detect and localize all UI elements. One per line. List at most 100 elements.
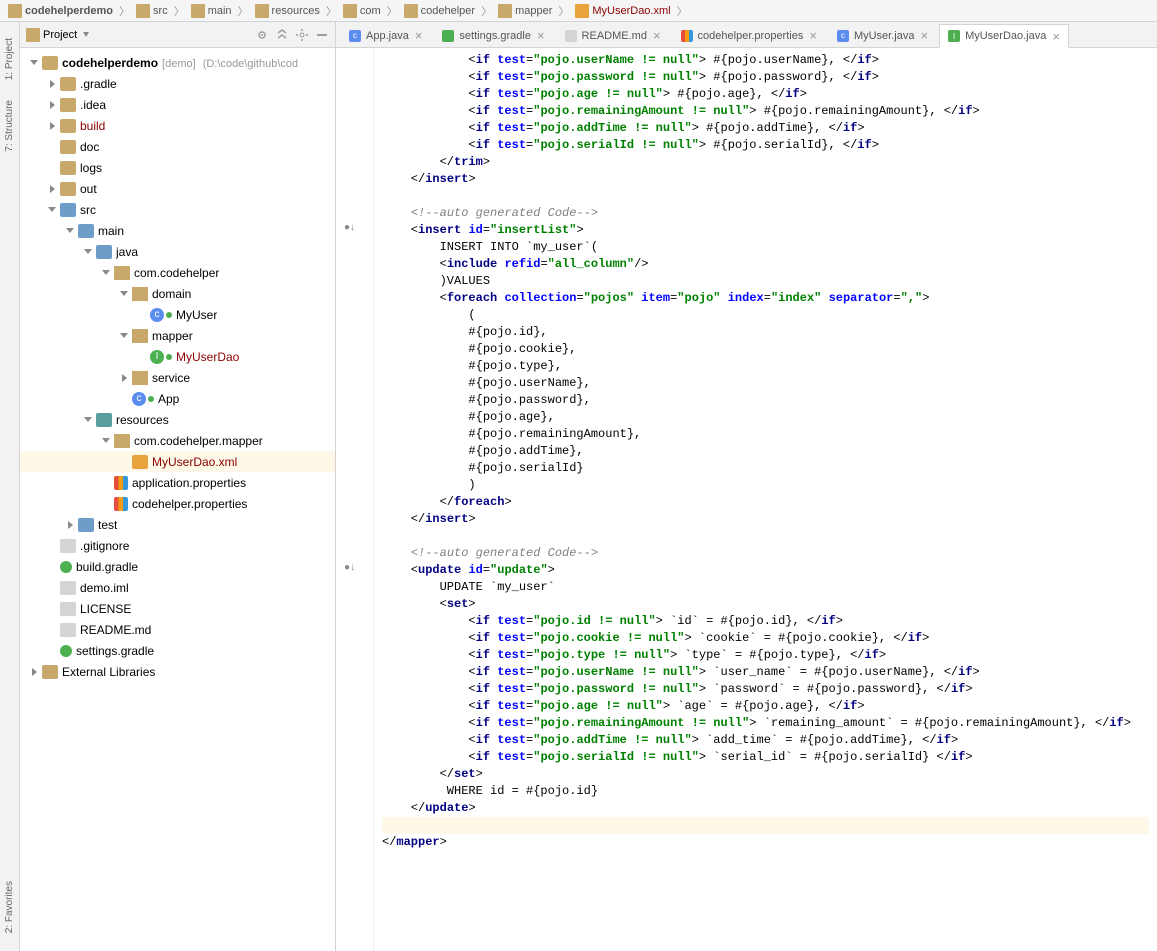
tree-arrow[interactable]: [28, 666, 40, 678]
code-line: <foreach collection="pojos" item="pojo" …: [382, 290, 1149, 307]
tree-label: build.gradle: [76, 560, 138, 574]
tree-node[interactable]: service: [20, 367, 335, 388]
tree-arrow: [46, 582, 58, 594]
editor-tab[interactable]: settings.gradle×: [433, 23, 553, 47]
tree-node[interactable]: .idea: [20, 94, 335, 115]
side-tab-structure[interactable]: 7: Structure: [2, 90, 17, 162]
close-icon[interactable]: ×: [1052, 30, 1060, 43]
tree-arrow[interactable]: [82, 246, 94, 258]
tree-arrow[interactable]: [100, 435, 112, 447]
tree-label: README.md: [80, 623, 151, 637]
tree-node[interactable]: com.codehelper.mapper: [20, 430, 335, 451]
breadcrumb-item[interactable]: MyUserDao.xml: [571, 4, 674, 18]
tree-node[interactable]: java: [20, 241, 335, 262]
editor-tab-label: codehelper.properties: [698, 30, 804, 42]
tree-arrow[interactable]: [82, 414, 94, 426]
tree-arrow[interactable]: [64, 225, 76, 237]
breadcrumb-item[interactable]: codehelper: [400, 4, 479, 18]
tree-node[interactable]: LICENSE: [20, 598, 335, 619]
scroll-from-source-icon[interactable]: [255, 28, 269, 42]
tree-arrow[interactable]: [118, 330, 130, 342]
tree-node[interactable]: build.gradle: [20, 556, 335, 577]
tree-arrow[interactable]: [46, 204, 58, 216]
tree-node[interactable]: codehelper.properties: [20, 493, 335, 514]
gradle-icon: [442, 30, 454, 42]
project-tree[interactable]: codehelperdemo[demo] (D:\code\github\cod…: [20, 48, 335, 951]
close-icon[interactable]: ×: [537, 29, 545, 42]
close-icon[interactable]: ×: [920, 29, 928, 42]
txt-icon: [60, 539, 76, 553]
hide-icon[interactable]: [315, 28, 329, 42]
tree-node[interactable]: README.md: [20, 619, 335, 640]
side-tab-favorites[interactable]: 2: Favorites: [2, 871, 17, 943]
tree-arrow: [46, 141, 58, 153]
tree-node[interactable]: logs: [20, 157, 335, 178]
code-line: <!--auto generated Code-->: [382, 205, 1149, 222]
folder-icon: [8, 4, 22, 18]
tree-node[interactable]: External Libraries: [20, 661, 335, 682]
tree-node[interactable]: build: [20, 115, 335, 136]
tree-node[interactable]: doc: [20, 136, 335, 157]
tree-arrow[interactable]: [28, 57, 40, 69]
txt-icon: [60, 623, 76, 637]
tree-arrow[interactable]: [118, 372, 130, 384]
close-icon[interactable]: ×: [653, 29, 661, 42]
tree-arrow[interactable]: [46, 120, 58, 132]
project-icon: [26, 28, 40, 42]
folder-icon: [60, 182, 76, 196]
tree-node[interactable]: com.codehelper: [20, 262, 335, 283]
tree-node[interactable]: codehelperdemo[demo] (D:\code\github\cod: [20, 52, 335, 73]
gutter-nav-icon[interactable]: ●↓: [344, 562, 362, 574]
tree-node[interactable]: IMyUserDao: [20, 346, 335, 367]
tree-node[interactable]: test: [20, 514, 335, 535]
editor-tab[interactable]: codehelper.properties ×: [672, 23, 826, 47]
close-icon[interactable]: ×: [809, 29, 817, 42]
tree-node[interactable]: mapper: [20, 325, 335, 346]
editor-tab[interactable]: IMyUserDao.java×: [939, 24, 1069, 48]
breadcrumb-item[interactable]: main: [187, 4, 236, 18]
tree-arrow[interactable]: [100, 267, 112, 279]
tree-node[interactable]: settings.gradle: [20, 640, 335, 661]
settings-icon[interactable]: [295, 28, 309, 42]
side-tab-project[interactable]: 1: Project: [2, 28, 17, 90]
code-editor[interactable]: <if test="pojo.userName != null"> #{pojo…: [374, 48, 1157, 951]
tree-node[interactable]: resources: [20, 409, 335, 430]
tree-node[interactable]: MyUserDao.xml: [20, 451, 335, 472]
tree-node[interactable]: cApp: [20, 388, 335, 409]
project-header-title: Project: [43, 29, 77, 41]
gutter-nav-icon[interactable]: ●↓: [344, 222, 362, 234]
tree-node[interactable]: demo.iml: [20, 577, 335, 598]
tree-label: settings.gradle: [76, 644, 154, 658]
tree-node[interactable]: out: [20, 178, 335, 199]
tree-arrow[interactable]: [46, 99, 58, 111]
breadcrumb-item[interactable]: resources: [251, 4, 324, 18]
editor-tab[interactable]: cApp.java×: [340, 23, 431, 47]
code-line: INSERT INTO `my_user`(: [382, 239, 1149, 256]
tree-arrow[interactable]: [64, 519, 76, 531]
project-view-selector[interactable]: Project: [26, 28, 255, 42]
editor-tab[interactable]: README.md×: [556, 23, 670, 47]
code-line: #{pojo.age},: [382, 409, 1149, 426]
tree-node[interactable]: domain: [20, 283, 335, 304]
collapse-all-icon[interactable]: [275, 28, 289, 42]
editor-tab-label: MyUserDao.java: [965, 30, 1046, 42]
breadcrumb-item[interactable]: src: [132, 4, 172, 18]
tree-arrow[interactable]: [46, 183, 58, 195]
tree-node[interactable]: .gitignore: [20, 535, 335, 556]
tree-label: doc: [80, 140, 99, 154]
tree-node[interactable]: application.properties: [20, 472, 335, 493]
breadcrumb-item[interactable]: mapper: [494, 4, 556, 18]
tree-arrow[interactable]: [118, 288, 130, 300]
tree-arrow[interactable]: [46, 78, 58, 90]
tree-node[interactable]: main: [20, 220, 335, 241]
breadcrumb-label: resources: [272, 5, 320, 17]
close-icon[interactable]: ×: [415, 29, 423, 42]
tree-node[interactable]: .gradle: [20, 73, 335, 94]
tree-label: MyUserDao.xml: [152, 455, 237, 469]
chevron-right-icon: 〉: [677, 3, 688, 19]
tree-node[interactable]: cMyUser: [20, 304, 335, 325]
tree-node[interactable]: src: [20, 199, 335, 220]
breadcrumb-item[interactable]: com: [339, 4, 385, 18]
breadcrumb-item[interactable]: codehelperdemo: [4, 4, 117, 18]
editor-tab[interactable]: cMyUser.java×: [828, 23, 937, 47]
